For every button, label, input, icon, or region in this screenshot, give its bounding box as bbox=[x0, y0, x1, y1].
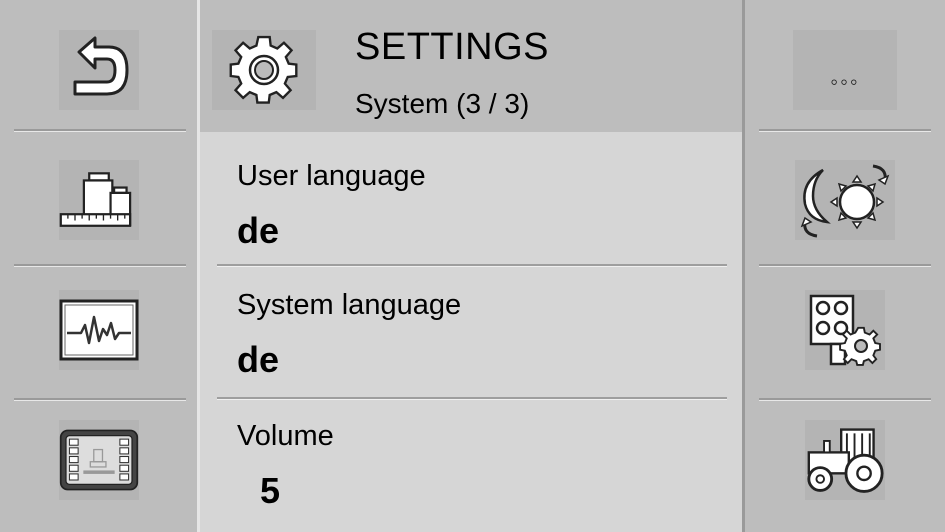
left-divider bbox=[14, 129, 186, 132]
more-label: ◦◦◦ bbox=[830, 69, 860, 94]
left-divider bbox=[14, 398, 186, 401]
more-icon: ◦◦◦ bbox=[793, 30, 897, 110]
diagnostics-button[interactable] bbox=[0, 290, 197, 370]
settings-list: User language de System language de Volu… bbox=[200, 132, 742, 532]
left-softkey-bar bbox=[0, 0, 200, 532]
day-night-icon bbox=[795, 160, 895, 240]
setting-system-language[interactable]: System language de bbox=[200, 267, 742, 397]
weights-scale-icon bbox=[58, 160, 139, 240]
setting-label: Volume bbox=[237, 420, 334, 452]
day-night-button[interactable] bbox=[745, 160, 945, 240]
page-title: SETTINGS bbox=[355, 26, 550, 68]
more-button[interactable]: ◦◦◦ bbox=[745, 30, 945, 110]
setting-label: User language bbox=[237, 160, 426, 192]
tractor-button[interactable] bbox=[745, 420, 945, 500]
setting-value: 5 bbox=[260, 470, 281, 511]
settings-screen: SETTINGS System (3 / 3) User language de… bbox=[0, 0, 945, 532]
right-divider bbox=[759, 129, 931, 132]
header: SETTINGS System (3 / 3) bbox=[200, 0, 742, 132]
heartbeat-monitor-icon bbox=[58, 290, 139, 370]
weighing-button[interactable] bbox=[0, 160, 197, 240]
right-divider bbox=[759, 398, 931, 401]
setting-label: System language bbox=[237, 289, 462, 321]
setting-value: de bbox=[237, 210, 280, 251]
gear-icon bbox=[212, 30, 316, 110]
back-arrow-icon bbox=[58, 30, 139, 110]
back-button[interactable] bbox=[0, 30, 197, 110]
tractor-icon bbox=[805, 420, 885, 500]
machine-terminal-icon bbox=[58, 420, 139, 500]
grid-gear-icon bbox=[805, 290, 885, 370]
left-divider bbox=[14, 264, 186, 267]
terminal-button[interactable] bbox=[0, 420, 197, 500]
page-subtitle: System (3 / 3) bbox=[355, 88, 530, 119]
main-panel: SETTINGS System (3 / 3) User language de… bbox=[200, 0, 742, 532]
layout-settings-button[interactable] bbox=[745, 290, 945, 370]
setting-user-language[interactable]: User language de bbox=[200, 132, 742, 265]
right-divider bbox=[759, 264, 931, 267]
setting-value: de bbox=[237, 339, 280, 380]
setting-volume[interactable]: Volume 5 bbox=[200, 400, 742, 532]
right-softkey-bar: ◦◦◦ bbox=[742, 0, 945, 532]
